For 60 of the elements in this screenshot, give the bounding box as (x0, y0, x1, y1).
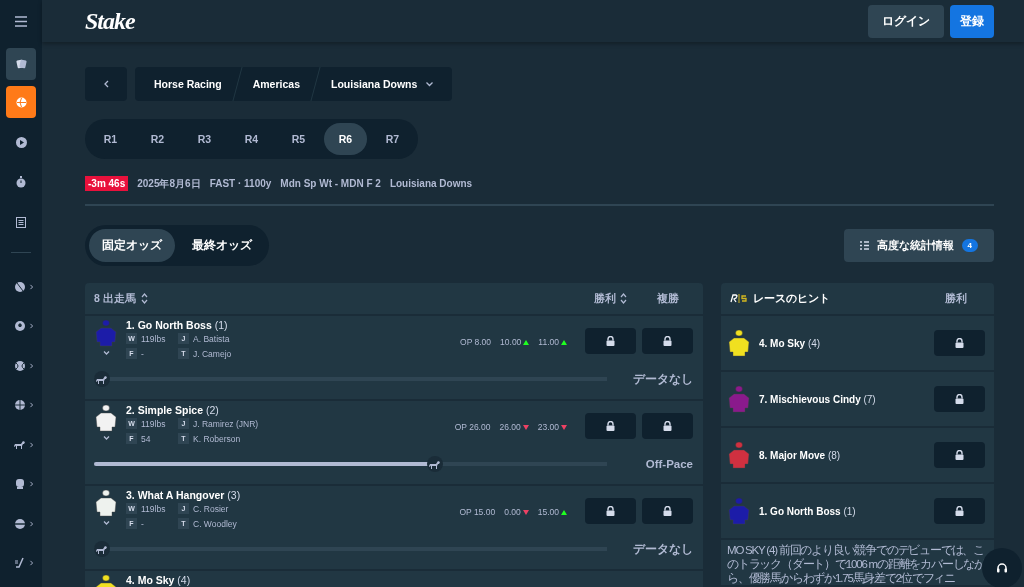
detail-value: A. Batista (193, 333, 230, 344)
runner-name: 1. Go North Boss (1) (126, 319, 229, 331)
stats-label: 高度な統計情報 (876, 238, 954, 253)
detail-value: C. Woodley (193, 518, 237, 529)
detail-value: 119lbs (141, 418, 166, 429)
race-tab[interactable]: R2 (136, 123, 179, 155)
odds-value: 23.00 (537, 422, 559, 432)
column-heading: 複勝 (656, 291, 679, 306)
odds-tab[interactable]: 固定オッズ (89, 229, 175, 262)
detail-value: 119lbs (141, 503, 166, 514)
odds-value: 11.00 (538, 337, 559, 347)
odds-value: 0.00 (504, 507, 521, 517)
detail-value: 54 (141, 433, 151, 444)
race-tab[interactable]: R5 (277, 123, 320, 155)
runners-heading: 8 出走馬 (94, 291, 136, 306)
column-heading: 勝利 (594, 291, 616, 306)
column-heading: 勝利 (945, 291, 967, 306)
race-tab[interactable]: R1 (89, 123, 132, 155)
tips-heading: レースのヒント (753, 291, 830, 306)
countdown-badge: -3m 46s (85, 176, 129, 191)
odds-value: OP 26.00 (454, 422, 491, 432)
runner-name: 4. Mo Sky (4) (126, 574, 191, 586)
runner-name: 7. Mischievous Cindy (7) (759, 393, 877, 405)
odds-value: 15.00 (537, 507, 559, 517)
race-tab[interactable]: R4 (230, 123, 273, 155)
login-button[interactable]: ログイン (868, 4, 944, 38)
count-badge: 4 (961, 239, 978, 252)
detail-value: - (141, 518, 144, 529)
runner-name: 2. Simple Spice (2) (126, 404, 220, 416)
race-tab[interactable]: R6 (324, 123, 367, 155)
race-tab[interactable]: R7 (371, 123, 414, 155)
race-detail: FAST · 1100y (209, 178, 272, 189)
breadcrumb-link[interactable]: Louisiana Downs (315, 78, 449, 90)
runner-name: 1. Go North Boss (1) (759, 505, 857, 517)
odds-value: 26.00 (499, 422, 521, 432)
runner-name: 3. What A Hangover (3) (126, 489, 241, 501)
runner-name: 8. Major Move (8) (759, 449, 842, 461)
detail-value: 119lbs (141, 333, 166, 344)
detail-value: C. Rosier (193, 503, 229, 514)
detail-value: K. Roberson (193, 433, 241, 444)
odds-value: 10.00 (500, 337, 522, 347)
odds-value: OP 15.00 (459, 507, 496, 517)
detail-value: - (141, 348, 144, 359)
breadcrumb-link[interactable]: Americas (237, 78, 315, 90)
pace-label: データなし (632, 541, 693, 557)
race-detail: Louisiana Downs (389, 178, 473, 189)
race-detail: 2025年8月6日 (137, 176, 201, 191)
runner-name: 4. Mo Sky (4) (759, 337, 822, 349)
pace-label: Off-Pace (644, 458, 693, 470)
stats-button[interactable]: 高度な統計情報 4 (843, 229, 994, 262)
pace-label: データなし (632, 371, 693, 387)
detail-value: J. Camejo (193, 348, 232, 359)
race-tab[interactable]: R3 (183, 123, 226, 155)
detail-value: J. Ramirez (JNR) (193, 418, 259, 429)
odds-tab[interactable]: 最終オッズ (179, 229, 265, 262)
register-button[interactable]: 登録 (950, 4, 994, 38)
odds-value: OP 8.00 (460, 337, 492, 347)
logo[interactable]: Stake (85, 7, 135, 35)
race-detail: Mdn Sp Wt - MDN F 2 (280, 178, 381, 189)
breadcrumb-link[interactable]: Horse Racing (139, 78, 237, 90)
